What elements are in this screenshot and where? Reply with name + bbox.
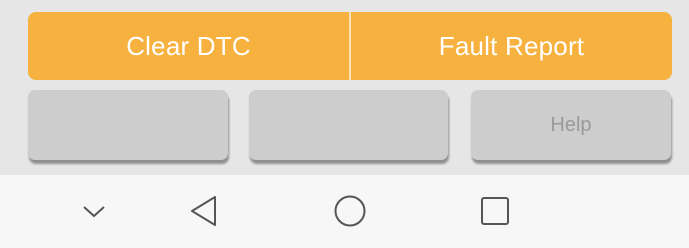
clear-dtc-button[interactable]: Clear DTC	[28, 12, 349, 80]
home-icon[interactable]	[330, 191, 370, 231]
function-button-1[interactable]	[28, 90, 228, 160]
system-navigation-bar	[0, 175, 689, 248]
fault-report-button[interactable]: Fault Report	[351, 12, 672, 80]
back-icon[interactable]	[184, 191, 224, 231]
recent-apps-icon[interactable]	[475, 191, 515, 231]
chevron-down-icon[interactable]	[74, 191, 114, 231]
app-content: Clear DTC Fault Report Help	[0, 0, 689, 175]
function-button-row: Help	[28, 90, 672, 164]
help-button[interactable]: Help	[471, 90, 671, 160]
action-bar: Clear DTC Fault Report	[28, 12, 672, 80]
function-button-2[interactable]	[249, 90, 448, 160]
